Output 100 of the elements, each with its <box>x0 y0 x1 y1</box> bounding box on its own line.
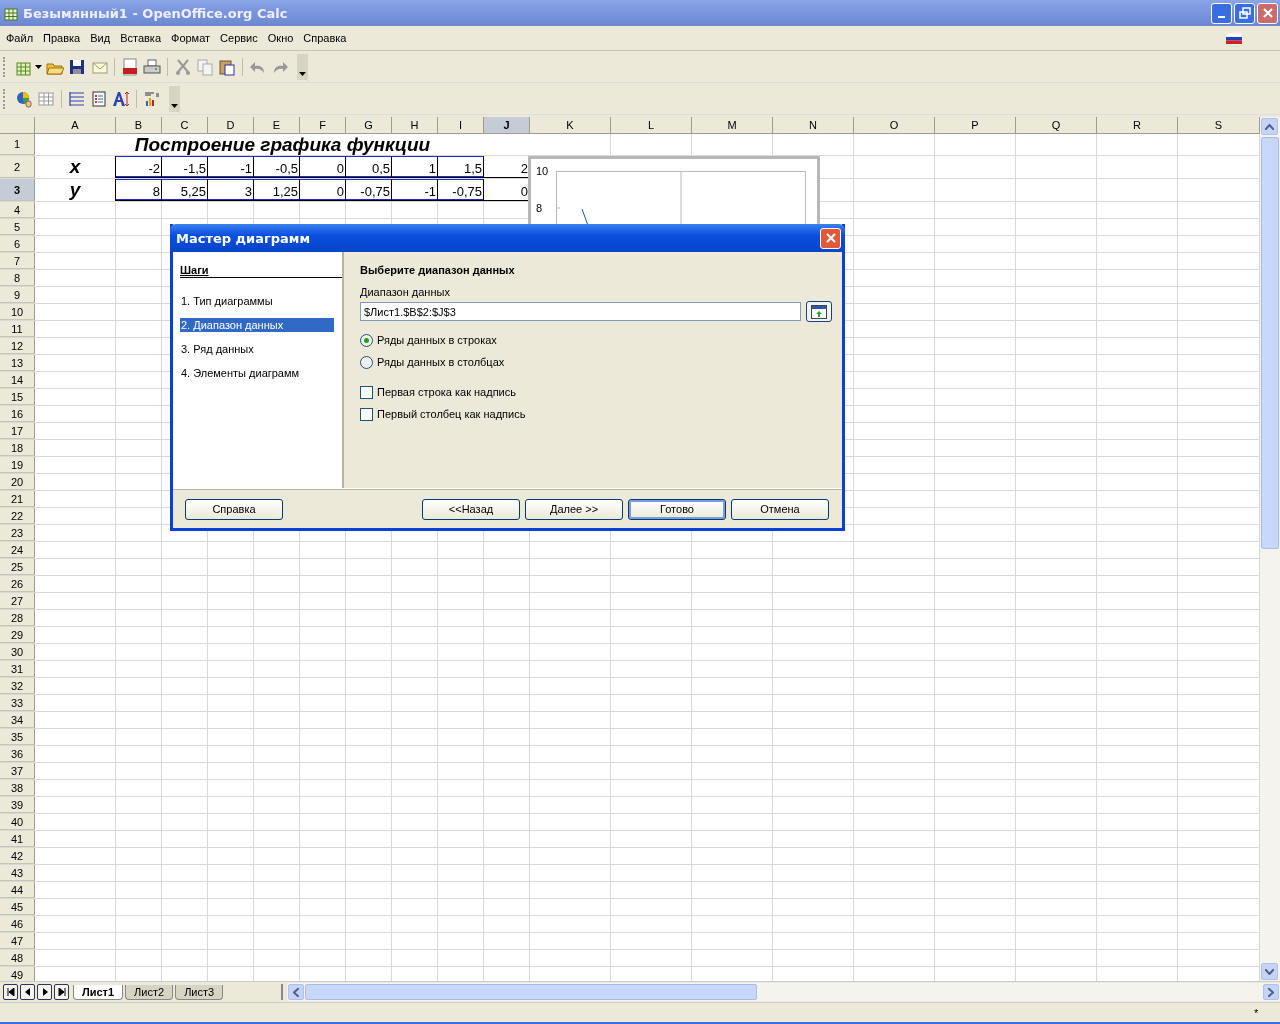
column-header[interactable]: K <box>530 117 611 134</box>
scroll-left-icon[interactable] <box>293 987 300 997</box>
row-header[interactable]: 12 <box>0 338 35 354</box>
row-header[interactable]: 46 <box>0 916 35 932</box>
column-header[interactable]: J <box>484 117 530 134</box>
menu-item[interactable]: Правка <box>38 32 86 44</box>
checkbox[interactable]: Первый столбец как надпись <box>360 407 526 421</box>
row-header[interactable]: 33 <box>0 695 35 711</box>
row-header[interactable]: 32 <box>0 678 35 694</box>
row-header[interactable]: 27 <box>0 593 35 609</box>
row-header[interactable]: 1 <box>0 134 35 155</box>
row-header[interactable]: 8 <box>0 270 35 286</box>
column-header[interactable]: S <box>1178 117 1260 134</box>
row-header[interactable]: 21 <box>0 491 35 507</box>
row-header[interactable]: 28 <box>0 610 35 626</box>
toolbar-overflow-button[interactable] <box>297 53 307 80</box>
row-header[interactable]: 30 <box>0 644 35 660</box>
row-header[interactable]: 19 <box>0 457 35 473</box>
sheet-tab[interactable]: Лист3 <box>175 984 224 1000</box>
scroll-down-icon[interactable] <box>1265 968 1274 975</box>
paste-icon[interactable] <box>218 57 236 76</box>
row-header[interactable]: 15 <box>0 389 35 405</box>
step-item[interactable]: 2. Диапазон данных <box>180 318 334 332</box>
row-header[interactable]: 3 <box>0 179 35 201</box>
row-header[interactable]: 31 <box>0 661 35 677</box>
bar-chart-icon[interactable] <box>143 89 161 108</box>
column-header[interactable]: I <box>438 117 484 134</box>
row-header[interactable]: 39 <box>0 797 35 813</box>
dialog-button[interactable]: <<Назад <box>422 498 520 520</box>
dialog-button[interactable]: Далее >> <box>525 498 623 520</box>
row-header[interactable]: 14 <box>0 372 35 388</box>
step-item[interactable]: 3. Ряд данных <box>180 342 334 356</box>
row-header[interactable]: 16 <box>0 406 35 422</box>
toolbar-overflow-button[interactable] <box>169 85 179 112</box>
row-header[interactable]: 34 <box>0 712 35 728</box>
row-header[interactable]: 41 <box>0 831 35 847</box>
pie-chart-icon[interactable] <box>15 89 33 108</box>
checkbox[interactable]: Первая строка как надпись <box>360 385 516 399</box>
horizontal-scrollbar[interactable] <box>287 983 1280 1001</box>
row-header[interactable]: 26 <box>0 576 35 592</box>
chart-drawing[interactable]: 10 8 <box>528 156 820 226</box>
row-header[interactable]: 40 <box>0 814 35 830</box>
row-header[interactable]: 47 <box>0 933 35 949</box>
legend-icon[interactable] <box>90 89 108 108</box>
column-header[interactable]: M <box>692 117 773 134</box>
save-icon[interactable] <box>68 57 86 76</box>
row-header[interactable]: 4 <box>0 202 35 218</box>
menu-item[interactable]: Сервис <box>215 32 263 44</box>
menu-item[interactable]: Окно <box>262 32 299 44</box>
row-header[interactable]: 6 <box>0 236 35 252</box>
column-header[interactable]: G <box>346 117 392 134</box>
cut-icon[interactable] <box>174 57 192 76</box>
column-header[interactable]: P <box>935 117 1016 134</box>
dropdown-caret-icon[interactable] <box>35 64 42 69</box>
data-range-field[interactable]: $Лист1.$B$2:$J$3 <box>360 302 801 321</box>
row-header[interactable]: 25 <box>0 559 35 575</box>
column-header[interactable]: E <box>254 117 300 134</box>
row-header[interactable]: 18 <box>0 440 35 456</box>
sheet-tab[interactable]: Лист1 <box>73 984 124 1000</box>
dialog-button[interactable]: Готово <box>628 498 726 520</box>
column-header[interactable]: F <box>300 117 346 134</box>
restore-button[interactable] <box>1234 2 1255 24</box>
menu-item[interactable]: Вставка <box>115 32 166 44</box>
scroll-right-icon[interactable] <box>1268 987 1274 997</box>
row-header[interactable]: 37 <box>0 763 35 779</box>
menu-item[interactable]: Файл <box>1 32 39 44</box>
vertical-scrollbar[interactable] <box>1260 117 1280 981</box>
row-header[interactable]: 29 <box>0 627 35 643</box>
close-button[interactable] <box>820 227 841 249</box>
menu-item[interactable]: Вид <box>85 32 116 44</box>
step-item[interactable]: 1. Тип диаграммы <box>180 294 334 308</box>
column-header[interactable]: N <box>773 117 854 134</box>
row-header[interactable]: 9 <box>0 287 35 303</box>
row-header[interactable]: 11 <box>0 321 35 337</box>
dialog-button[interactable]: Справка <box>185 498 283 520</box>
row-header[interactable]: 44 <box>0 882 35 898</box>
row-header[interactable]: 23 <box>0 525 35 541</box>
table-icon[interactable] <box>37 89 55 108</box>
column-header[interactable]: A <box>35 117 116 134</box>
last-sheet-button[interactable] <box>54 984 69 1000</box>
sheet-tab[interactable]: Лист2 <box>125 984 174 1000</box>
column-header[interactable]: R <box>1097 117 1178 134</box>
column-header[interactable]: O <box>854 117 935 134</box>
row-header[interactable]: 5 <box>0 219 35 235</box>
previous-sheet-button[interactable] <box>20 984 35 1000</box>
row-header[interactable]: 42 <box>0 848 35 864</box>
row-header[interactable]: 7 <box>0 253 35 269</box>
row-header[interactable]: 35 <box>0 729 35 745</box>
close-button[interactable] <box>1257 2 1278 24</box>
row-header[interactable]: 38 <box>0 780 35 796</box>
column-header[interactable]: D <box>208 117 254 134</box>
row-header[interactable]: 45 <box>0 899 35 915</box>
row-header[interactable]: 48 <box>0 950 35 966</box>
column-header[interactable]: H <box>392 117 438 134</box>
row-header[interactable]: 2 <box>0 156 35 178</box>
shrink-button[interactable] <box>806 301 832 322</box>
radio-button[interactable]: Ряды данных в столбцах <box>360 355 505 369</box>
gridlines-icon[interactable] <box>68 89 86 108</box>
column-header[interactable]: B <box>116 117 162 134</box>
column-header[interactable]: C <box>162 117 208 134</box>
